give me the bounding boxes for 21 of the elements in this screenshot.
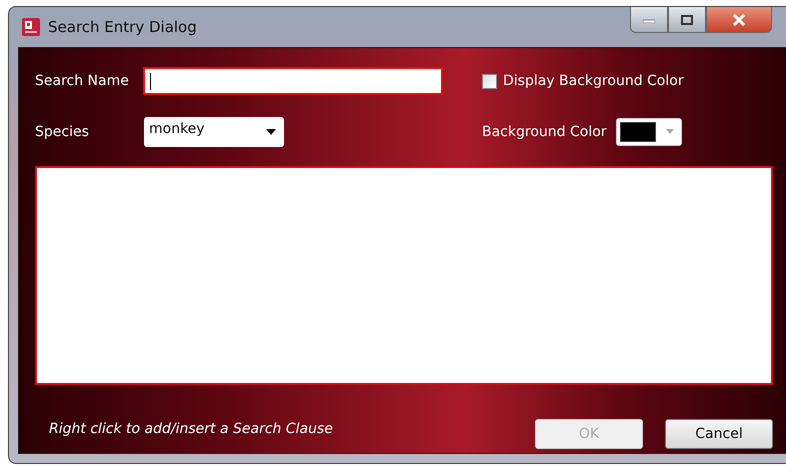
caret-icon: [266, 129, 276, 135]
app-icon: [22, 18, 40, 36]
close-icon: [732, 14, 746, 26]
minimize-icon: [643, 16, 655, 22]
close-button[interactable]: [706, 7, 772, 33]
caret-icon: [664, 129, 675, 135]
checkbox-label: Display Background Color: [503, 73, 684, 89]
dialog-button[interactable]: Cancel: [665, 419, 773, 449]
field-label: Background Color: [482, 124, 607, 140]
color-picker[interactable]: [616, 118, 682, 146]
field-label: Species: [35, 124, 90, 140]
search-name-field[interactable]: [143, 67, 443, 95]
window-title: Search Entry Dialog: [48, 18, 197, 36]
maximize-icon: [681, 14, 693, 24]
maximize-button[interactable]: [668, 7, 706, 33]
minimize-button[interactable]: [630, 7, 668, 33]
checkbox[interactable]: [482, 74, 497, 88]
hint-text: Right click to add/insert a Search Clause: [49, 421, 333, 437]
clause-area[interactable]: [35, 166, 773, 385]
field-label: Search Name: [35, 73, 130, 89]
species-dropdown[interactable]: monkey: [144, 117, 284, 147]
